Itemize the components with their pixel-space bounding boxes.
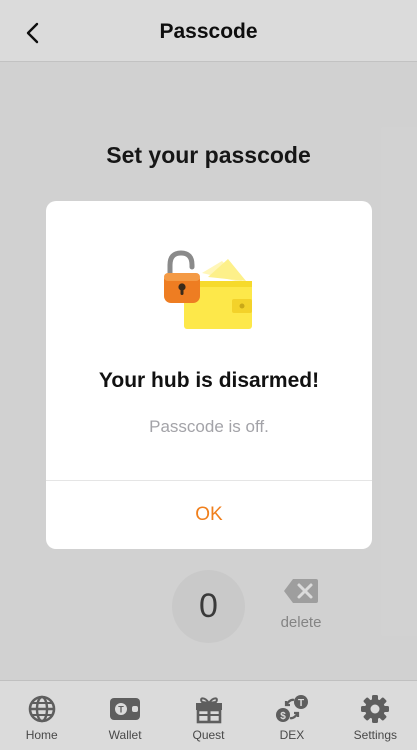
disarmed-dialog: Your hub is disarmed! Passcode is off. O… <box>46 201 372 549</box>
dialog-title: Your hub is disarmed! <box>98 369 320 392</box>
unlocked-padlock-wallet-icon <box>162 247 258 337</box>
ok-button[interactable]: OK <box>46 481 372 549</box>
dialog-message: Passcode is off. <box>149 417 269 436</box>
